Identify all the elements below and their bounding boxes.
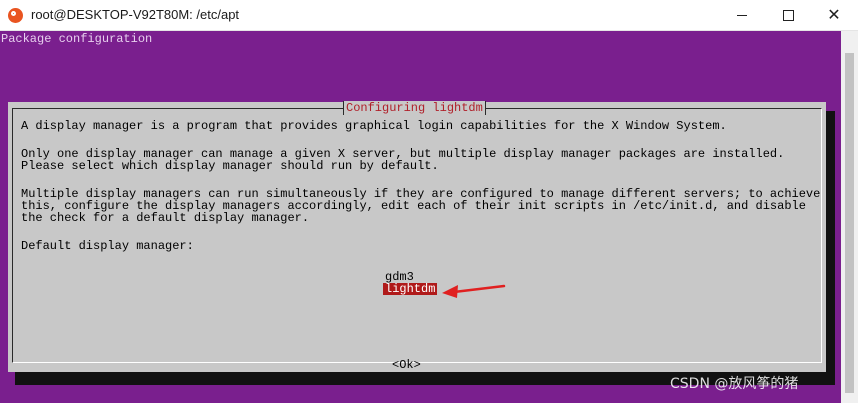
ubuntu-icon <box>8 8 23 23</box>
default-manager-prompt: Default display manager: <box>21 239 194 253</box>
minimize-button[interactable] <box>719 0 765 31</box>
dialog-paragraph-2-line-2: Please select which display manager shou… <box>21 159 439 173</box>
minimize-icon <box>737 15 747 16</box>
dialog-paragraph-3-line-3: the check for a default display manager. <box>21 211 310 225</box>
dialog-paragraph-1: A display manager is a program that prov… <box>21 119 727 133</box>
package-configuration-header: Package configuration <box>1 32 153 46</box>
maximize-button[interactable] <box>765 0 811 31</box>
vertical-scrollbar[interactable] <box>841 31 858 403</box>
scrollbar-thumb[interactable] <box>845 53 854 393</box>
close-button[interactable]: ✕ <box>811 0 857 31</box>
dialog-shadow <box>826 111 835 385</box>
watermark: CSDN @放风筝的猪 <box>670 376 799 392</box>
window-title: root@DESKTOP-V92T80M: /etc/apt <box>31 7 240 22</box>
option-lightdm-selected[interactable]: lightdm <box>383 283 438 295</box>
close-icon: ✕ <box>827 6 841 24</box>
maximize-icon <box>782 10 794 21</box>
title-bar: root@DESKTOP-V92T80M: /etc/apt ✕ <box>0 0 858 31</box>
configure-dialog: Configuring lightdm A display manager is… <box>8 101 826 372</box>
dialog-title: Configuring lightdm <box>343 101 486 115</box>
annotation-arrow-icon <box>442 284 506 298</box>
ok-button[interactable]: <Ok> <box>392 358 421 372</box>
terminal-area[interactable]: Package configuration Configuring lightd… <box>0 31 841 403</box>
